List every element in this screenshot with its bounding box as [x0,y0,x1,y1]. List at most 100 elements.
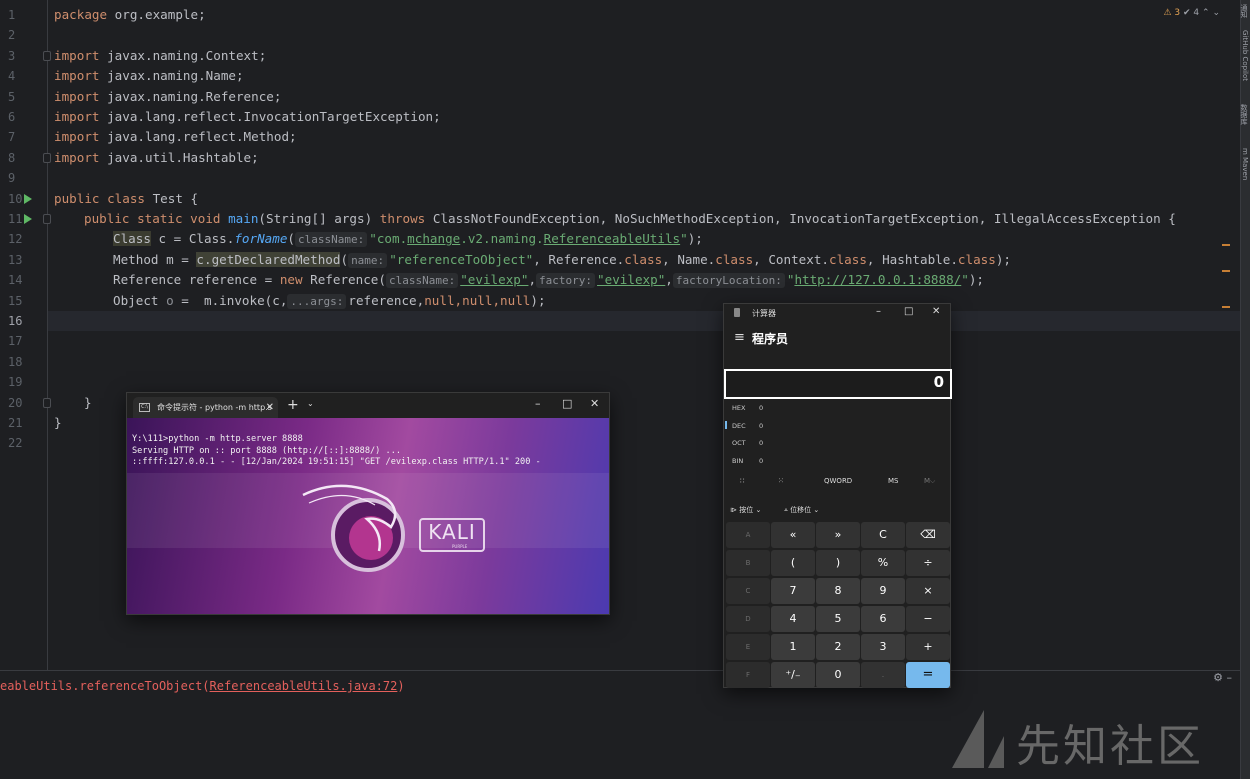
line-number[interactable]: 15 [0,291,48,311]
close-button[interactable]: ✕ [932,306,940,317]
calculator-window[interactable]: 计算器 – □ ✕ ≡ 程序员 0 ∷ ⁙ QWORD MS M⌵ ⧐ 按位 ⌄… [723,303,952,688]
code-line[interactable]: Method m = c.getDeclaredMethod(name: "ref… [113,250,1011,270]
calc-key[interactable]: − [906,606,950,632]
calc-key[interactable]: ⁺/₋ [771,662,815,688]
notifications-tool[interactable]: 通知 [1239,4,1249,18]
calc-key[interactable]: A [726,522,770,548]
calc-key[interactable]: 7 [771,578,815,604]
check-count[interactable]: ✔ 4 [1183,8,1199,18]
line-number[interactable]: 22 [0,433,48,453]
code-line[interactable]: import javax.naming.Reference; [54,87,281,107]
code-line[interactable]: } [54,413,62,433]
bit-toggle-icon[interactable]: ⁙ [778,477,784,485]
maximize-button[interactable]: □ [904,306,913,317]
error-stripe-mark[interactable] [1222,306,1230,308]
calc-key[interactable]: ) [816,550,860,576]
line-number[interactable]: 16 [0,311,48,331]
calc-key[interactable]: 0 [816,662,860,688]
new-tab-button[interactable]: + [287,397,299,413]
maven-tool[interactable]: m Maven [1241,148,1249,180]
line-number[interactable]: 5 [0,87,48,107]
calc-key[interactable]: « [771,522,815,548]
bitshift-dropdown[interactable]: ⩡ 位移位 ⌄ [784,505,819,515]
code-line[interactable]: import java.util.Hashtable; [54,148,259,168]
calc-key[interactable]: ( [771,550,815,576]
line-number[interactable]: 3 [0,46,48,66]
code-line[interactable]: Class c = Class.forName(className: "com.m… [113,229,703,249]
base-label-hex[interactable]: HEX [732,404,745,412]
calc-key[interactable]: D [726,606,770,632]
warning-count[interactable]: ⚠ 3 [1163,8,1180,18]
memory-menu-button[interactable]: M⌵ [924,477,935,486]
copilot-tool[interactable]: GitHub Copilot [1241,30,1249,81]
calc-key[interactable]: C [861,522,905,548]
code-line[interactable]: public static void main(String[] args) t… [84,209,1176,229]
terminal-body[interactable]: KALI PURPLE Y:\111>python -m http.server… [127,418,609,614]
maximize-button[interactable]: □ [562,397,572,410]
minimize-button[interactable]: – [535,397,541,410]
calc-key[interactable]: × [906,578,950,604]
inspection-widget[interactable]: ⚠ 3 ✔ 4 ⌃ ⌄ [1163,8,1220,18]
line-number[interactable]: 2 [0,25,48,45]
calc-key[interactable]: 2 [816,634,860,660]
code-line[interactable]: Reference reference = new Reference(clas… [113,270,984,290]
line-number[interactable]: 20 [0,393,48,413]
close-tab-icon[interactable]: ✕ [266,397,274,418]
line-number[interactable]: 19 [0,372,48,392]
terminal-titlebar[interactable]: C:\ 命令提示符 - python -m http.s ✕ + ⌄ – □ ✕ [127,393,609,418]
code-line[interactable]: import javax.naming.Name; [54,66,244,86]
calc-key[interactable]: C [726,578,770,604]
calc-key[interactable]: % [861,550,905,576]
calc-key[interactable]: 4 [771,606,815,632]
run-gutter-icon[interactable] [24,193,32,204]
line-number[interactable]: 6 [0,107,48,127]
calc-key[interactable]: 6 [861,606,905,632]
code-line[interactable]: import java.lang.reflect.InvocationTarge… [54,107,441,127]
line-number[interactable]: 12 [0,229,48,249]
line-number[interactable]: 17 [0,331,48,351]
line-number[interactable]: 14 [0,270,48,290]
keypad-toggle-icon[interactable]: ∷ [740,477,744,485]
line-number[interactable]: 13 [0,250,48,270]
run-gutter-icon[interactable] [24,214,32,224]
line-number[interactable]: 7 [0,127,48,147]
tab-dropdown-icon[interactable]: ⌄ [307,399,314,408]
calc-key[interactable]: F [726,662,770,688]
base-label-dec[interactable]: DEC [732,422,746,430]
chevron-down-icon[interactable]: ⌄ [1212,8,1220,18]
line-number[interactable]: 21 [0,413,48,433]
bitwise-dropdown[interactable]: ⧐ 按位 ⌄ [730,505,761,515]
calc-key[interactable]: 8 [816,578,860,604]
calc-key[interactable]: E [726,634,770,660]
calc-key[interactable]: 5 [816,606,860,632]
terminal-window[interactable]: C:\ 命令提示符 - python -m http.s ✕ + ⌄ – □ ✕… [126,392,610,615]
line-number[interactable]: 9 [0,168,48,188]
code-line[interactable]: } [84,393,92,413]
terminal-output[interactable]: Y:\111>python -m http.server 8888 Serving… [132,434,541,469]
calc-key[interactable]: » [816,522,860,548]
code-line[interactable]: Object o = m.invoke(c, ...args: reference,… [113,291,546,311]
code-line[interactable]: import java.lang.reflect.Method; [54,127,297,147]
code-line[interactable]: import javax.naming.Context; [54,46,266,66]
word-size-button[interactable]: QWORD [824,477,852,485]
calc-key[interactable]: B [726,550,770,576]
source-link[interactable]: ReferenceableUtils.java:72 [210,679,398,693]
menu-icon[interactable]: ≡ [734,330,745,345]
panel-tools[interactable]: ⚙ – [1213,671,1232,684]
base-label-oct[interactable]: OCT [732,439,746,447]
calc-key[interactable]: 3 [861,634,905,660]
line-number[interactable]: 8 [0,148,48,168]
code-line[interactable]: package org.example; [54,5,206,25]
calc-key[interactable]: 9 [861,578,905,604]
calc-key[interactable]: ÷ [906,550,950,576]
line-number[interactable]: 1 [0,5,48,25]
calc-key[interactable]: = [906,662,950,688]
code-line[interactable]: public class Test { [54,189,198,209]
calc-key[interactable]: ⌫ [906,522,950,548]
memory-store-button[interactable]: MS [888,477,898,485]
error-stripe-mark[interactable] [1222,270,1230,272]
line-number[interactable]: 4 [0,66,48,86]
line-number[interactable]: 18 [0,352,48,372]
database-tool[interactable]: 数据库 [1239,104,1249,125]
terminal-tab[interactable]: C:\ 命令提示符 - python -m http.s ✕ [133,397,278,418]
